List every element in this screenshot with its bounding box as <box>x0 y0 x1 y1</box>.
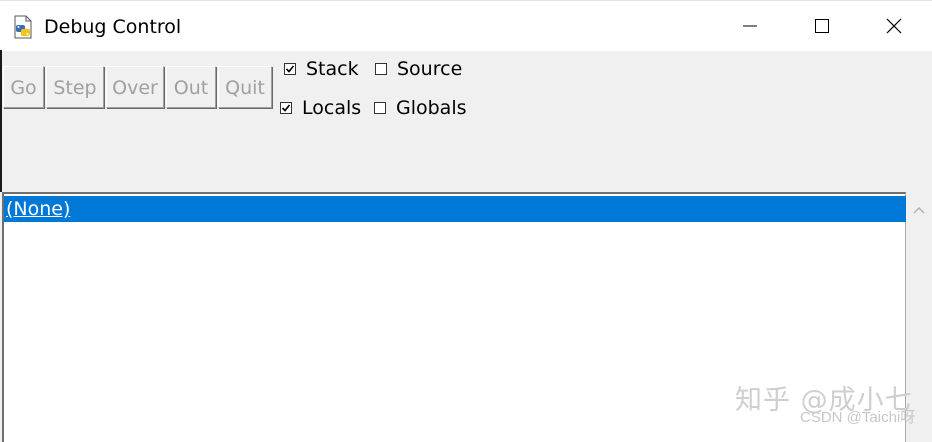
list-item[interactable]: (None) <box>4 196 906 222</box>
globals-checkbox[interactable]: Globals <box>374 96 467 120</box>
close-icon <box>886 18 902 34</box>
globals-label: Globals <box>396 97 467 119</box>
out-button[interactable]: Out <box>166 66 216 108</box>
watermark-csdn: CSDN @Taichi呀 <box>800 409 916 426</box>
source-label: Source <box>397 58 463 80</box>
stack-checkbox[interactable]: Stack <box>284 57 359 81</box>
maximize-button[interactable] <box>790 1 854 51</box>
locals-checkbox[interactable]: Locals <box>280 96 361 120</box>
maximize-icon <box>815 19 829 33</box>
window-title: Debug Control <box>44 16 182 38</box>
minimize-icon <box>743 25 757 27</box>
checkbox-unchecked-icon <box>375 63 387 75</box>
quit-button[interactable]: Quit <box>218 66 272 108</box>
python-idle-icon <box>12 15 34 39</box>
chevron-up-icon <box>913 207 925 214</box>
stack-label: Stack <box>306 58 359 80</box>
over-button[interactable]: Over <box>106 66 164 108</box>
window-left-border <box>0 50 2 192</box>
close-button[interactable] <box>862 1 926 51</box>
go-button[interactable]: Go <box>3 66 44 108</box>
source-checkbox[interactable]: Source <box>375 57 462 81</box>
list-item-text: (None) <box>6 198 71 220</box>
title-bar[interactable]: Debug Control <box>0 0 932 51</box>
checkbox-checked-icon <box>284 63 296 75</box>
step-button[interactable]: Step <box>46 66 104 108</box>
scroll-up-button[interactable] <box>913 200 925 219</box>
checkbox-unchecked-icon <box>374 102 386 114</box>
checkbox-checked-icon <box>280 102 292 114</box>
minimize-button[interactable] <box>718 1 782 51</box>
locals-label: Locals <box>302 97 362 119</box>
